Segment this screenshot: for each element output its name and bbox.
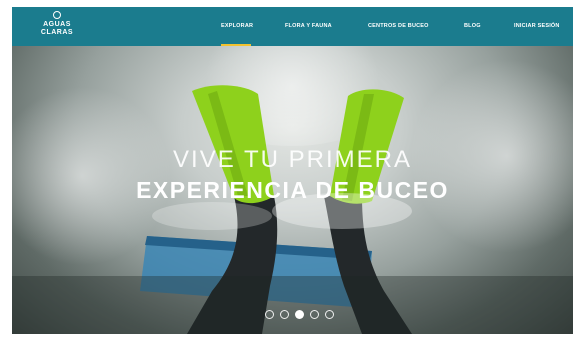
hero-headline-line1: VIVE TU PRIMERA xyxy=(173,146,412,173)
foam xyxy=(152,202,272,230)
bottom-shadow xyxy=(12,276,573,334)
carousel-indicators xyxy=(265,310,334,320)
site-logo[interactable]: AGUAS CLARAS xyxy=(34,11,80,42)
carousel-dot-1[interactable] xyxy=(265,310,274,319)
nav-item-blog[interactable]: BLOG xyxy=(464,7,481,46)
nav-item-explorar[interactable]: EXPLORAR xyxy=(221,7,253,46)
nav-item-iniciar-sesion[interactable]: INICIAR SESIÓN xyxy=(514,7,560,46)
hero-banner: VIVE TU PRIMERA EXPERIENCIA DE BUCEO xyxy=(12,26,573,334)
active-nav-indicator xyxy=(221,44,251,46)
top-navbar: AGUAS CLARAS EXPLORAR FLORA Y FAUNA CENT… xyxy=(12,7,573,46)
logo-text-line2: CLARAS xyxy=(40,29,74,36)
carousel-dot-3[interactable] xyxy=(295,310,304,319)
carousel-dot-2[interactable] xyxy=(280,310,289,319)
carousel-dot-5[interactable] xyxy=(325,310,334,319)
page-frame: AGUAS CLARAS EXPLORAR FLORA Y FAUNA CENT… xyxy=(12,7,573,334)
hero-headline-line2: EXPERIENCIA DE BUCEO xyxy=(136,177,449,203)
nav-item-flora-y-fauna[interactable]: FLORA Y FAUNA xyxy=(285,7,332,46)
carousel-dot-4[interactable] xyxy=(310,310,319,319)
logo-text-line1: AGUAS xyxy=(43,21,71,28)
circle-icon xyxy=(53,11,61,19)
nav-item-centros-de-buceo[interactable]: CENTROS DE BUCEO xyxy=(368,7,429,46)
